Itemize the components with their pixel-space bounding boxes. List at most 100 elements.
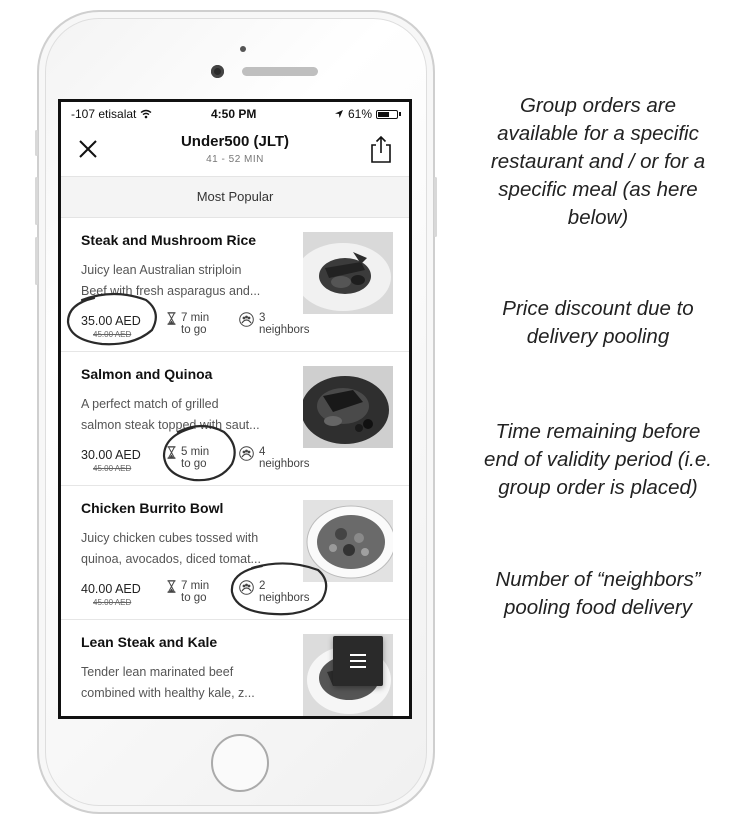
item-description-line: Tender lean marinated beef: [81, 665, 234, 679]
item-title: Steak and Mushroom Rice: [81, 232, 257, 248]
hourglass-icon: [167, 580, 176, 593]
menu-item[interactable]: Salmon and Quinoa A perfect match of gri…: [61, 352, 409, 486]
section-header-most-popular: Most Popular: [61, 176, 409, 218]
steak-mushroom-rice-photo: [303, 232, 393, 314]
neighbors-text: 3 neighbors: [259, 312, 310, 336]
annotation-line: Number of “neighbors”: [495, 568, 701, 591]
status-left: -107 etisalat: [71, 107, 152, 121]
item-price: 30.00 AED: [81, 448, 141, 462]
status-right: 61%: [334, 107, 401, 121]
item-description-line: salmon steak topped with saut...: [81, 418, 260, 432]
neighbors-icon: [239, 580, 254, 595]
annotation-line: available for a specific: [497, 122, 699, 145]
wifi-icon: [140, 109, 152, 119]
annotation-line: Group orders are: [519, 94, 677, 117]
phone-power-button: [434, 177, 437, 237]
page: -107 etisalat 4:50 PM 61% Under500 (JLT)…: [0, 0, 744, 820]
neighbors-value: 2: [259, 580, 266, 592]
neighbors-label: neighbors: [259, 324, 310, 336]
carrier-label: -107 etisalat: [71, 107, 137, 121]
time-remaining: 7 min to go: [167, 580, 209, 604]
item-original-price: 45.00 AED: [93, 598, 132, 607]
menu-item[interactable]: Steak and Mushroom Rice Juicy lean Austr…: [61, 218, 409, 352]
menu-item[interactable]: Chicken Burrito Bowl Juicy chicken cubes…: [61, 486, 409, 620]
battery-fill: [378, 111, 389, 117]
share-icon[interactable]: [369, 134, 393, 164]
delivery-time-range: 41 - 52 MIN: [206, 154, 264, 165]
phone-screen: -107 etisalat 4:50 PM 61% Under500 (JLT)…: [58, 99, 412, 719]
time-remaining-text: 7 min to go: [181, 312, 209, 336]
time-remaining: 5 min to go: [167, 446, 209, 470]
neighbors-value: 3: [259, 312, 266, 324]
battery-percent: 61%: [347, 107, 372, 121]
phone-side-button-left: [35, 130, 38, 156]
hourglass-icon: [167, 312, 176, 325]
item-photo: [303, 366, 393, 448]
time-remaining-label: to go: [181, 592, 207, 604]
time-remaining-label: to go: [181, 458, 207, 470]
time-remaining-value: 5 min: [181, 446, 210, 458]
neighbors-value: 4: [259, 446, 266, 458]
time-remaining-text: 7 min to go: [181, 580, 209, 604]
item-title: Lean Steak and Kale: [81, 634, 218, 650]
hamburger-menu-icon-line: [350, 666, 366, 668]
neighbors-count: 2 neighbors: [239, 580, 310, 604]
home-button[interactable]: [211, 734, 269, 792]
chicken-burrito-bowl-photo: [303, 500, 393, 582]
item-price: 40.00 AED: [81, 582, 141, 596]
hamburger-menu-icon: [350, 654, 366, 656]
front-camera: [211, 65, 224, 78]
phone-volume-up-button: [35, 177, 38, 225]
location-arrow-icon: [334, 110, 343, 118]
item-description: Tender lean marinated beef combined with…: [81, 662, 286, 704]
hourglass-icon: [167, 446, 176, 459]
phone-volume-down-button: [35, 237, 38, 285]
battery-icon: [376, 109, 398, 119]
item-price: 35.00 AED: [81, 314, 141, 328]
item-description-line: Juicy lean Australian striploin: [81, 263, 242, 277]
item-description: Juicy lean Australian striploin Beef wit…: [81, 260, 286, 302]
hamburger-menu-button[interactable]: [333, 636, 383, 686]
status-time: 4:50 PM: [211, 107, 257, 121]
battery-tip: [399, 112, 401, 116]
neighbors-text: 2 neighbors: [259, 580, 310, 604]
status-bar: -107 etisalat 4:50 PM 61%: [61, 102, 409, 124]
annotation-line: group order is placed): [498, 476, 698, 499]
item-description: A perfect match of grilled salmon steak …: [81, 394, 286, 436]
annotation-group-orders: Group orders are available for a specifi…: [462, 92, 734, 232]
salmon-quinoa-photo: [303, 366, 393, 448]
item-description-line: Beef with fresh asparagus and...: [81, 284, 261, 298]
annotation-line: pooling food delivery: [503, 596, 693, 619]
neighbors-label: neighbors: [259, 592, 310, 604]
item-description-line: A perfect match of grilled: [81, 397, 219, 411]
item-title: Salmon and Quinoa: [81, 366, 213, 382]
hamburger-menu-icon-line: [350, 660, 366, 662]
phone-top-dot: [240, 46, 246, 52]
item-original-price: 45.00 AED: [93, 464, 132, 473]
time-remaining-value: 7 min: [181, 580, 210, 592]
annotation-time-remaining: Time remaining before end of validity pe…: [462, 418, 734, 502]
time-remaining-text: 5 min to go: [181, 446, 209, 470]
annotation-price-discount: Price discount due to delivery pooling: [462, 295, 734, 351]
time-remaining: 7 min to go: [167, 312, 209, 336]
item-description-line: Juicy chicken cubes tossed with: [81, 531, 259, 545]
neighbors-icon: [239, 446, 254, 461]
item-original-price: 45.00 AED: [93, 330, 132, 339]
time-remaining-label: to go: [181, 324, 207, 336]
neighbors-count: 3 neighbors: [239, 312, 310, 336]
neighbors-label: neighbors: [259, 458, 310, 470]
annotation-line: restaurant and / or for a: [490, 150, 706, 173]
neighbors-icon: [239, 312, 254, 327]
earpiece-speaker: [242, 67, 318, 76]
annotation-line: below): [567, 206, 629, 229]
item-photo: [303, 500, 393, 582]
annotation-line: delivery pooling: [526, 325, 670, 348]
annotation-line: Price discount due to: [502, 297, 694, 320]
annotation-line: Time remaining before: [495, 420, 701, 443]
restaurant-header: Under500 (JLT) 41 - 52 MIN: [61, 124, 409, 176]
item-photo: [303, 232, 393, 314]
annotation-neighbors: Number of “neighbors” pooling food deliv…: [462, 566, 734, 622]
annotation-line: end of validity period (i.e.: [484, 448, 712, 471]
neighbors-count: 4 neighbors: [239, 446, 310, 470]
item-title: Chicken Burrito Bowl: [81, 500, 224, 516]
